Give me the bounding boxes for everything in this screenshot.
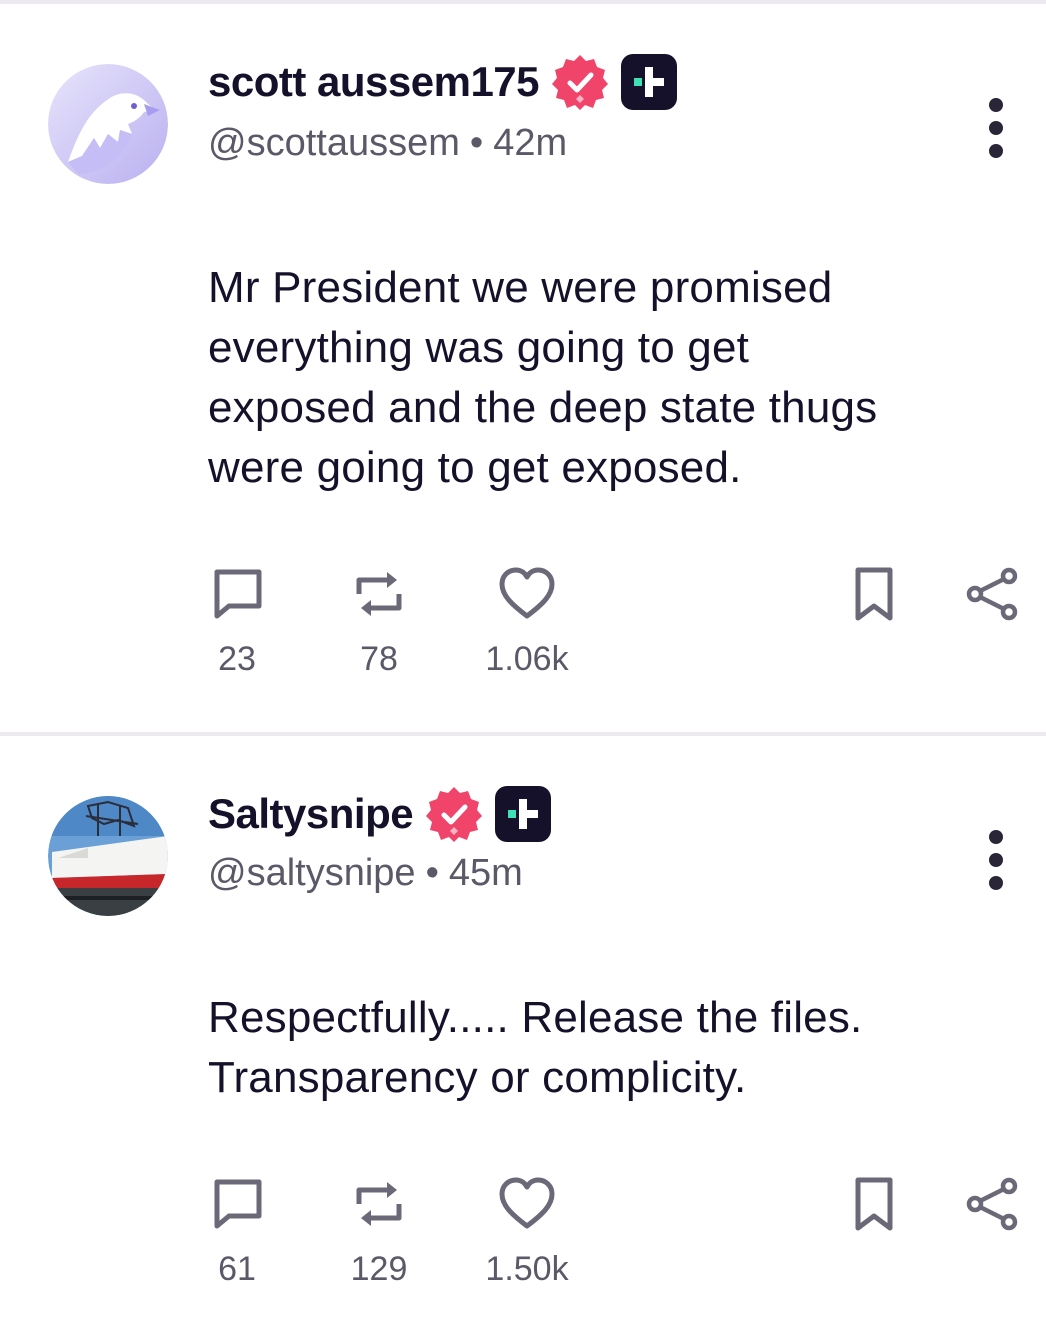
author-row: scott aussem175 xyxy=(208,52,679,112)
post[interactable]: scott aussem175 @scottaussem • 42m Mr Pres… xyxy=(0,0,1046,735)
comment-icon xyxy=(214,1179,262,1229)
more-options-button[interactable] xyxy=(980,98,1012,158)
reply-count: 61 xyxy=(218,1250,256,1288)
share-icon xyxy=(966,1177,1018,1231)
reply-count: 23 xyxy=(218,640,256,678)
bookmark-button[interactable] xyxy=(834,564,914,624)
share-icon xyxy=(966,567,1018,621)
verified-badge-icon xyxy=(426,787,483,842)
post-text: Respectfully..... Release the files. Tra… xyxy=(208,988,1008,1108)
post-text-line: Respectfully..... Release the files. xyxy=(208,993,863,1042)
avatar[interactable] xyxy=(48,796,168,916)
display-name[interactable]: scott aussem175 xyxy=(208,58,540,106)
more-options-button[interactable] xyxy=(980,830,1012,890)
more-dot xyxy=(989,144,1003,158)
bookmark-icon xyxy=(855,1177,893,1231)
handle-row: @scottaussem • 42m xyxy=(208,122,567,165)
post-text: Mr President we were promised everything… xyxy=(208,258,1008,498)
repost-icon xyxy=(356,572,402,616)
share-button[interactable] xyxy=(953,564,1033,624)
avatar[interactable] xyxy=(48,64,168,184)
repost-button[interactable]: 78 xyxy=(339,564,419,679)
timestamp: 45m xyxy=(448,852,523,894)
comment-icon xyxy=(214,569,262,619)
share-button[interactable] xyxy=(953,1174,1033,1234)
more-vertical-icon xyxy=(989,98,1003,112)
like-count: 1.06k xyxy=(485,640,569,678)
more-dot xyxy=(989,876,1003,890)
separator-dot: • xyxy=(469,122,484,164)
author-row: Saltysnipe xyxy=(208,784,553,844)
handle[interactable]: @scottaussem xyxy=(208,122,460,164)
repost-count: 78 xyxy=(360,640,398,678)
separator-dot: • xyxy=(425,852,439,894)
verified-badge-icon xyxy=(552,55,609,110)
repost-count: 129 xyxy=(350,1250,408,1288)
display-name[interactable]: Saltysnipe xyxy=(208,790,414,838)
like-button[interactable]: 1.50k xyxy=(485,1174,569,1289)
more-vertical-icon xyxy=(989,830,1003,844)
post-text-line: Mr President we were promised xyxy=(208,263,833,312)
timestamp: 42m xyxy=(493,122,568,164)
heart-icon xyxy=(499,1177,555,1229)
repost-button[interactable]: 129 xyxy=(339,1174,419,1289)
post-text-line: exposed and the deep state thugs xyxy=(208,383,878,432)
more-dot xyxy=(989,853,1003,867)
like-button[interactable]: 1.06k xyxy=(485,564,569,679)
reply-button[interactable]: 61 xyxy=(197,1174,277,1289)
reply-button[interactable]: 23 xyxy=(197,564,277,679)
post-text-line: Transparency or complicity. xyxy=(208,1053,747,1102)
repost-icon xyxy=(356,1182,402,1226)
handle-row: @saltysnipe • 45m xyxy=(208,852,523,895)
bookmark-icon xyxy=(855,567,893,621)
post-text-line: were going to get exposed. xyxy=(208,443,742,492)
post-text-line: everything was going to get xyxy=(208,323,750,372)
bookmark-button[interactable] xyxy=(834,1174,914,1234)
handle[interactable]: @saltysnipe xyxy=(208,852,416,894)
post[interactable]: Saltysnipe @saltysnipe • 45m Respectfully.… xyxy=(0,738,1046,1344)
like-count: 1.50k xyxy=(485,1250,569,1288)
plus-badge-icon xyxy=(495,786,552,842)
ship-photo-avatar-icon xyxy=(48,796,168,916)
post-divider xyxy=(0,732,1046,736)
heart-icon xyxy=(499,567,555,619)
eagle-avatar-icon xyxy=(48,64,168,184)
more-dot xyxy=(989,121,1003,135)
feed: scott aussem175 @scottaussem • 42m Mr Pres… xyxy=(0,0,1046,1344)
plus-badge-icon xyxy=(621,54,678,110)
